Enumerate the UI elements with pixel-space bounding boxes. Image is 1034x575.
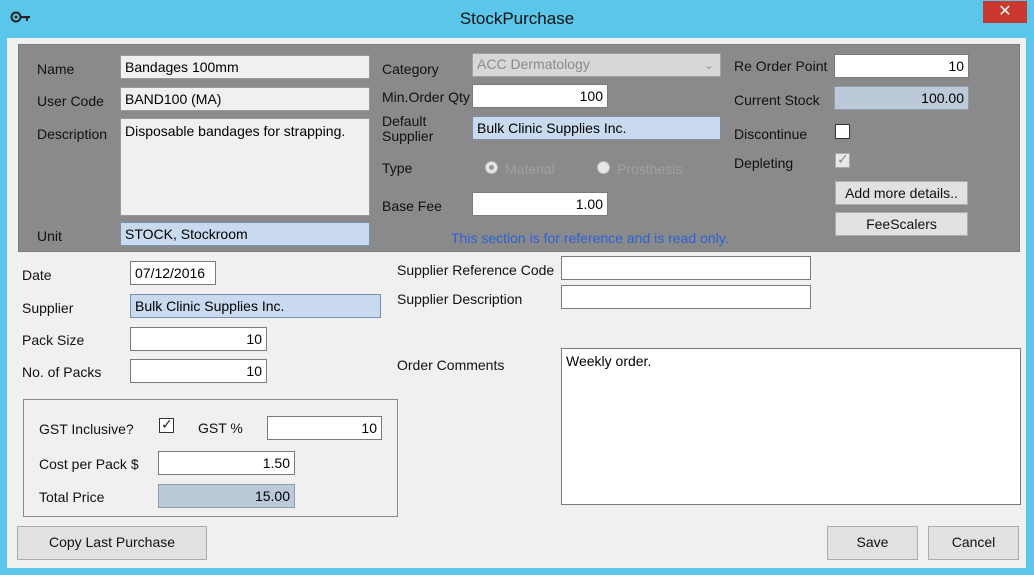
- cost-per-pack-field[interactable]: 1.50: [158, 451, 295, 475]
- supplier-desc-label: Supplier Description: [397, 291, 523, 307]
- chevron-down-icon: ⌄: [703, 58, 714, 72]
- window-title: StockPurchase: [459, 9, 575, 28]
- fee-scalers-button[interactable]: FeeScalers: [835, 212, 968, 236]
- packs-label: No. of Packs: [22, 364, 102, 380]
- check-icon: ✓: [837, 151, 849, 167]
- pack-size-label: Pack Size: [22, 332, 85, 348]
- unit-field[interactable]: STOCK, Stockroom: [120, 222, 370, 246]
- depleting-label: Depleting: [734, 155, 794, 171]
- type-material-radio[interactable]: [485, 161, 498, 174]
- gst-inclusive-checkbox[interactable]: ✓: [159, 416, 174, 433]
- default-supplier-field[interactable]: Bulk Clinic Supplies Inc.: [472, 116, 721, 140]
- pack-size-field[interactable]: 10: [130, 327, 267, 351]
- base-fee-label: Base Fee: [382, 198, 442, 214]
- min-order-field[interactable]: 100: [472, 84, 608, 108]
- base-fee-field[interactable]: 1.00: [472, 192, 608, 216]
- gst-percent-field[interactable]: 10: [267, 416, 382, 440]
- category-value: ACC Dermatology: [477, 56, 590, 72]
- packs-field[interactable]: 10: [130, 359, 267, 383]
- discontinue-label: Discontinue: [734, 126, 808, 142]
- type-prosthesis-label: Prosthesis: [617, 161, 683, 177]
- current-stock-label: Current Stock: [734, 92, 820, 108]
- supplier-label: Supplier: [22, 300, 74, 316]
- user-code-label: User Code: [37, 93, 104, 109]
- current-stock-field: 100.00: [834, 86, 969, 110]
- supplier-field[interactable]: Bulk Clinic Supplies Inc.: [130, 294, 381, 318]
- reorder-point-label: Re Order Point: [734, 58, 828, 74]
- cost-per-pack-label: Cost per Pack $: [39, 456, 139, 472]
- read-only-note: This section is for reference and is rea…: [451, 230, 729, 246]
- category-label: Category: [382, 61, 439, 77]
- user-code-field[interactable]: BAND100 (MA): [120, 87, 370, 111]
- min-order-label: Min.Order Qty: [382, 89, 470, 105]
- reorder-point-field[interactable]: 10: [834, 54, 969, 78]
- name-label: Name: [37, 61, 75, 77]
- category-select[interactable]: ACC Dermatology ⌄: [472, 53, 721, 77]
- copy-last-purchase-button[interactable]: Copy Last Purchase: [17, 526, 207, 560]
- check-icon: ✓: [161, 416, 173, 432]
- default-supplier-label: Default Supplier: [382, 113, 434, 144]
- supplier-ref-field[interactable]: [561, 256, 811, 280]
- cancel-button[interactable]: Cancel: [928, 526, 1019, 560]
- add-more-details-button[interactable]: Add more details..: [835, 181, 968, 205]
- date-field[interactable]: 07/12/2016: [130, 261, 216, 285]
- type-prosthesis-radio[interactable]: [597, 161, 610, 174]
- type-material-label: Material: [505, 161, 555, 177]
- save-button[interactable]: Save: [827, 526, 918, 560]
- description-field[interactable]: Disposable bandages for strapping.: [120, 118, 370, 216]
- name-field[interactable]: Bandages 100mm: [120, 55, 370, 79]
- gst-inclusive-label: GST Inclusive?: [39, 421, 134, 437]
- gst-percent-label: GST %: [198, 420, 243, 436]
- total-price-label: Total Price: [39, 489, 105, 505]
- discontinue-checkbox[interactable]: [835, 124, 850, 139]
- total-price-field: 15.00: [158, 484, 295, 508]
- order-comments-label: Order Comments: [397, 357, 505, 373]
- close-button[interactable]: ✕: [983, 1, 1027, 23]
- description-label: Description: [37, 126, 108, 142]
- type-label: Type: [382, 160, 413, 176]
- supplier-ref-label: Supplier Reference Code: [397, 262, 555, 278]
- unit-label: Unit: [37, 228, 62, 244]
- depleting-checkbox[interactable]: ✓: [835, 151, 850, 168]
- close-icon: ✕: [998, 3, 1012, 20]
- date-label: Date: [22, 267, 52, 283]
- supplier-desc-field[interactable]: [561, 285, 811, 309]
- order-comments-field[interactable]: Weekly order.: [561, 348, 1021, 505]
